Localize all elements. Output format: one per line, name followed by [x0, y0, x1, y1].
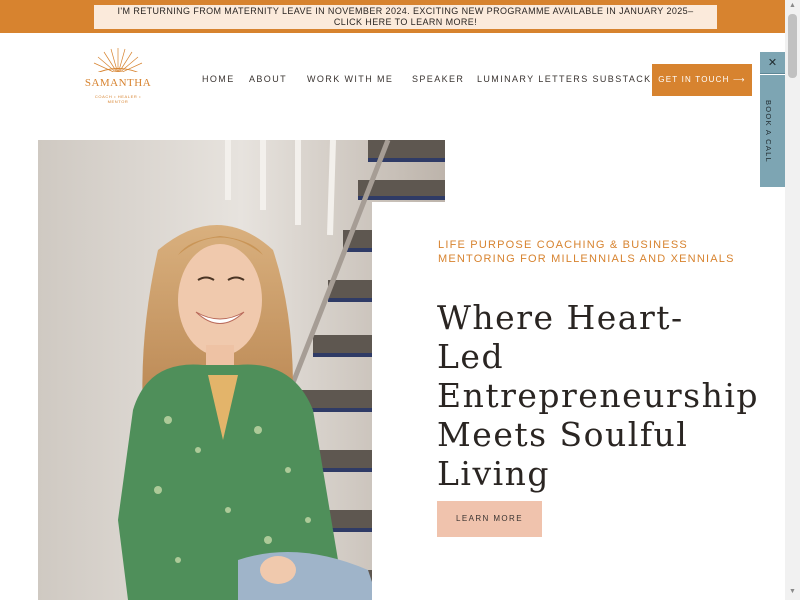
announcement-link[interactable]: I'M RETURNING FROM MATERNITY LEAVE IN NO…: [94, 5, 717, 29]
learn-more-button[interactable]: LEARN MORE: [437, 501, 542, 537]
close-icon[interactable]: ✕: [760, 52, 785, 74]
logo-name: SAMANTHA: [84, 77, 152, 89]
nav-item-speaker[interactable]: SPEAKER: [412, 74, 464, 84]
nav-item-about[interactable]: ABOUT: [249, 74, 287, 84]
nav-item-work-with-me[interactable]: WORK WITH ME: [307, 74, 393, 84]
hero-eyebrow-line-2: MENTORING FOR MILLENNIALS AND XENNIALS: [438, 253, 735, 265]
hero-headline-line: Led: [437, 337, 505, 376]
book-a-call-label: BOOK A CALL: [764, 100, 773, 164]
chevron-down-icon[interactable]: ▼: [785, 588, 800, 598]
hero-eyebrow: LIFE PURPOSE COACHING & BUSINESS MENTORI…: [438, 238, 758, 266]
scrollbar[interactable]: ▲ ▼: [785, 0, 800, 600]
book-a-call-tab[interactable]: BOOK A CALL: [760, 75, 785, 187]
hero-headline-line: Where Heart-: [437, 298, 684, 337]
announcement-line-1: I'M RETURNING FROM MATERNITY LEAVE IN NO…: [117, 6, 694, 16]
hero-headline: Where Heart- Led Entrepreneurship Meets …: [437, 298, 767, 493]
site-logo[interactable]: SAMANTHA COACH • HEALER • MENTOR: [84, 44, 152, 104]
hero-headline-line: Meets Soulful: [437, 415, 689, 454]
nav-item-substack[interactable]: LUMINARY LETTERS SUBSTACK: [477, 74, 652, 84]
chevron-up-icon[interactable]: ▲: [785, 2, 800, 12]
hero-eyebrow-line-1: LIFE PURPOSE COACHING & BUSINESS: [438, 239, 688, 251]
announcement-line-2: CLICK HERE TO LEARN MORE!: [333, 17, 478, 27]
logo-tagline: COACH • HEALER • MENTOR: [94, 94, 142, 104]
hero-headline-line: Entrepreneurship: [437, 376, 760, 415]
scroll-thumb[interactable]: [788, 14, 797, 78]
get-in-touch-button[interactable]: GET IN TOUCH ⟶: [652, 64, 752, 96]
hero-headline-line: Living: [437, 454, 551, 493]
nav-item-home[interactable]: HOME: [202, 74, 235, 84]
announcement-bar: I'M RETURNING FROM MATERNITY LEAVE IN NO…: [0, 0, 785, 33]
